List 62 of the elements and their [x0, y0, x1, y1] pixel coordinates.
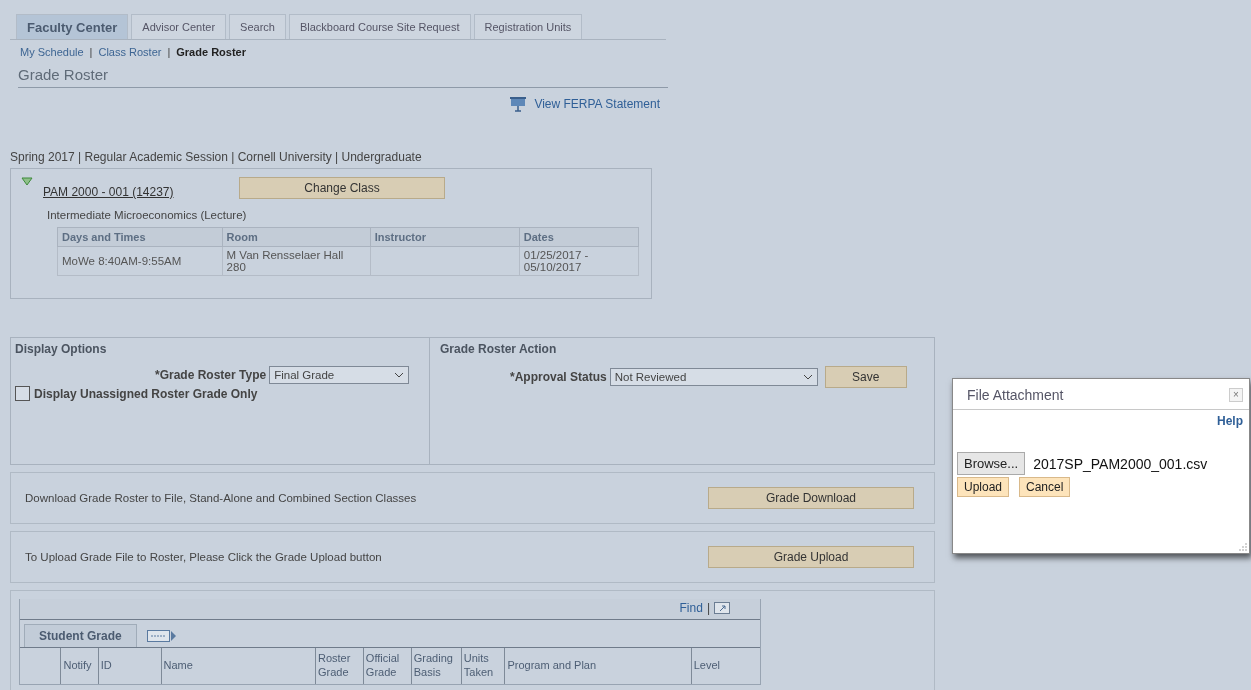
instruction-text: To Upload Grade File to Roster, Please Click the Grade Upload button	[25, 551, 382, 563]
tab[interactable]: Faculty Center	[16, 14, 129, 39]
file-name: 2017SP_PAM2000_001.csv	[1033, 455, 1208, 472]
checkbox[interactable]	[15, 386, 30, 401]
grade-roster-type-dropdown[interactable]: Final Grade	[269, 366, 410, 384]
column-header: ID	[98, 648, 162, 684]
dialog-button[interactable]: Cancel	[1019, 477, 1071, 497]
current-page-label: Grade Roster	[176, 46, 246, 58]
separator: |	[167, 46, 171, 58]
tab[interactable]: Blackboard Course Site Request	[288, 14, 471, 39]
grade-upload-button[interactable]: Grade Upload	[708, 546, 914, 568]
column-header: Units Taken	[461, 648, 505, 684]
field-label: *Approval Status	[510, 370, 607, 384]
dialog-button[interactable]: Upload	[957, 477, 1010, 497]
breadcrumb-link[interactable]: My Schedule	[20, 46, 84, 58]
help-link[interactable]: Help	[1217, 414, 1243, 428]
browse-button[interactable]: Browse...	[957, 452, 1026, 475]
tab[interactable]: Registration Units	[473, 14, 583, 39]
page-title: Grade Roster	[18, 66, 668, 88]
chevron-down-icon	[802, 374, 813, 380]
section-title: Display Options	[15, 342, 108, 356]
column-header: Name	[161, 648, 316, 684]
new-window-icon[interactable]	[714, 602, 730, 614]
grade-download-button[interactable]: Grade Download	[708, 487, 914, 509]
class-link[interactable]: PAM 2000 - 001 (14237)	[43, 185, 223, 199]
section-title: Grade Roster Action	[440, 342, 558, 356]
tab[interactable]: Search	[229, 14, 286, 39]
grid-tab[interactable]: Student Grade	[24, 624, 137, 647]
column-header: Room	[222, 227, 371, 247]
class-description: Intermediate Microeconomics (Lecture)	[47, 209, 248, 221]
chevron-down-icon	[394, 372, 405, 378]
column-header: Grading Basis	[411, 648, 462, 684]
checkbox-label: Display Unassigned Roster Grade Only	[34, 386, 258, 401]
tab[interactable]: Advisor Center	[131, 14, 227, 39]
find-link[interactable]: Find	[679, 601, 703, 615]
separator: |	[706, 601, 710, 615]
column-header: Roster Grade	[315, 648, 364, 684]
save-button[interactable]: Save	[824, 366, 907, 388]
field-label: *Grade Roster Type	[155, 368, 267, 382]
column-header: Instructor	[370, 227, 520, 247]
table-cell: M Van Rensselaer Hall 280	[222, 246, 371, 276]
dialog-title: File Attachment	[967, 387, 1064, 403]
column-header: Program and Plan	[504, 648, 692, 684]
instruction-text: Download Grade Roster to File, Stand-Alone and Combined Section Classes	[25, 492, 417, 504]
ferpa-link[interactable]: View FERPA Statement	[534, 97, 660, 111]
column-header: Dates	[519, 227, 639, 247]
table-cell: MoWe 8:40AM-9:55AM	[57, 246, 223, 276]
table-cell: 01/25/2017 - 05/10/2017	[519, 246, 639, 276]
expanded-triangle-icon[interactable]	[21, 177, 33, 187]
column-header: Level	[691, 648, 760, 684]
column-header: Days and Times	[57, 227, 223, 247]
close-button[interactable]: ×	[1229, 388, 1243, 402]
separator: |	[89, 46, 93, 58]
show-all-columns-icon[interactable]	[146, 628, 177, 643]
resize-grip-icon[interactable]	[1239, 543, 1247, 551]
breadcrumb-link[interactable]: Class Roster	[98, 46, 162, 58]
change-class-button[interactable]: Change Class	[239, 177, 445, 199]
approval-status-dropdown[interactable]: Not Reviewed	[609, 368, 818, 386]
term-info: Spring 2017 | Regular Academic Session | Cornell University | Undergraduate	[10, 150, 423, 164]
column-header: Official Grade	[363, 648, 412, 684]
column-header: Notify	[61, 648, 99, 684]
presentation-board-icon	[510, 96, 527, 112]
